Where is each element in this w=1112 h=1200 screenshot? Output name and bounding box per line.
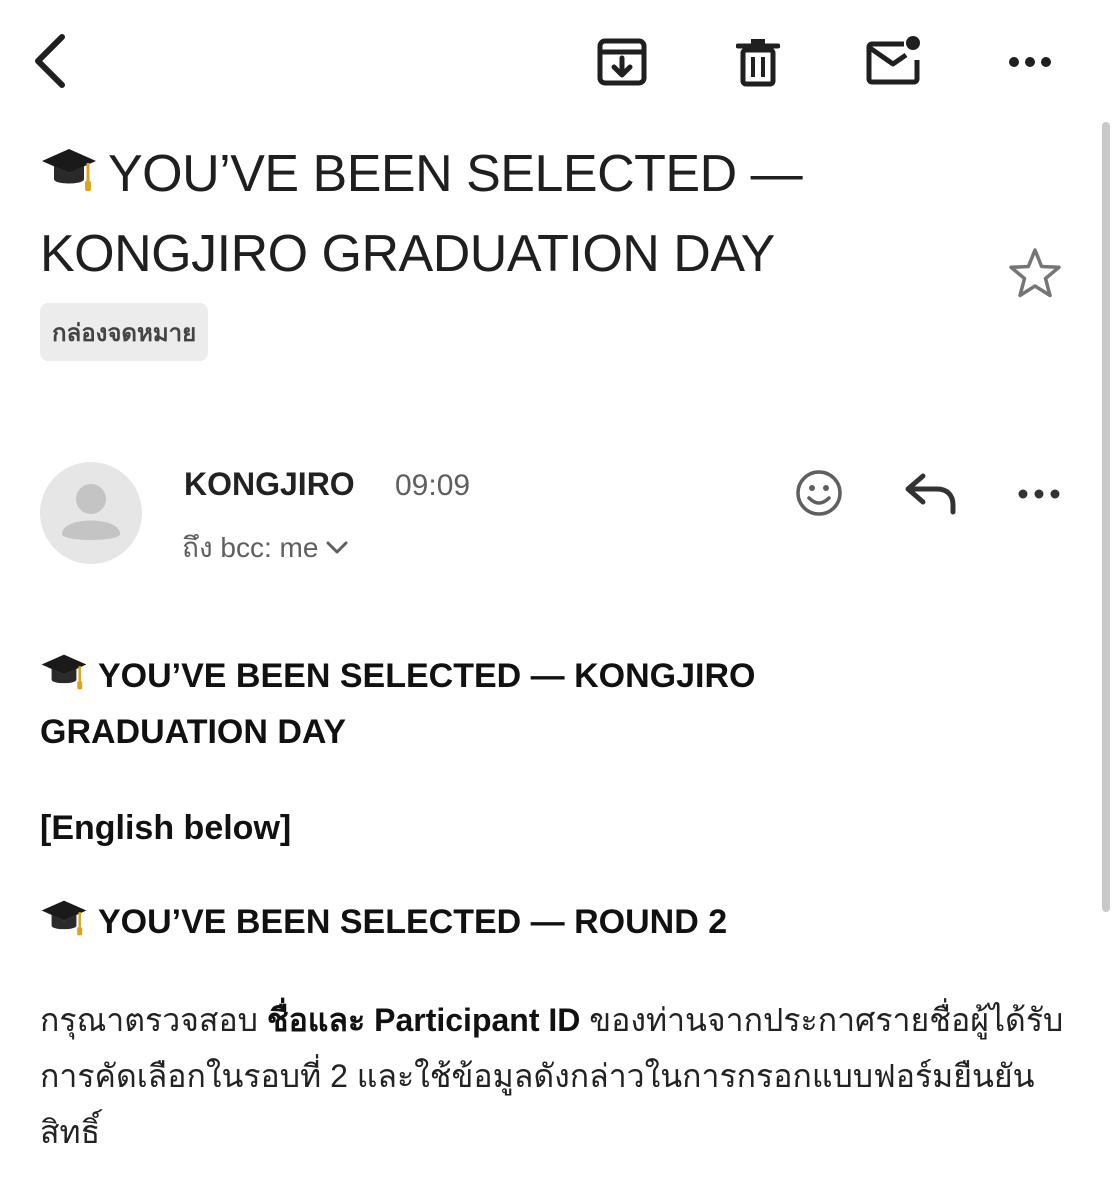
reply-button[interactable] [900, 468, 962, 520]
star-button[interactable] [1006, 244, 1064, 302]
message-more-button[interactable] [1012, 474, 1066, 514]
star-icon [1009, 248, 1061, 298]
chevron-down-icon [326, 541, 348, 554]
trash-icon [736, 39, 780, 87]
body-heading: YOU’VE BEEN SELECTED — KONGJIRO GRADUATI… [40, 648, 900, 760]
graduation-cap-icon [41, 654, 87, 690]
graduation-cap-icon [41, 900, 87, 936]
reply-icon [905, 473, 956, 515]
back-button[interactable] [22, 30, 78, 92]
body-heading-text: YOU’VE BEEN SELECTED — KONGJIRO GRADUATI… [40, 657, 756, 751]
add-reaction-button[interactable] [792, 466, 846, 520]
graduation-cap-icon [42, 149, 96, 191]
label-chip-inbox[interactable]: กล่องจดหมาย [40, 303, 209, 361]
more-options-button[interactable] [1000, 40, 1060, 84]
recipients-text: ถึง bcc: me [182, 532, 319, 563]
round-heading-text: YOU’VE BEEN SELECTED — ROUND 2 [98, 903, 728, 941]
archive-button[interactable] [592, 34, 652, 90]
more-horizontal-icon [1009, 57, 1051, 67]
paragraph-bold-text: ชื่อและ Participant ID [266, 1002, 581, 1038]
sender-name[interactable]: KONGJIRO [184, 466, 355, 503]
smiley-icon [796, 470, 842, 516]
english-below-note: [English below] [40, 809, 292, 847]
archive-icon [597, 38, 647, 86]
email-time: 09:09 [395, 469, 471, 502]
person-icon [62, 484, 120, 540]
more-horizontal-icon [1018, 489, 1060, 499]
email-subject: YOU’VE BEEN SELECTED — KONGJIRO GRADUATI… [40, 134, 940, 294]
paragraph-text-1: กรุณาตรวจสอบ [40, 1002, 267, 1038]
recipients-toggle[interactable]: ถึง bcc: me [182, 526, 348, 570]
scrollbar[interactable] [1102, 122, 1110, 912]
delete-button[interactable] [730, 34, 786, 90]
email-view: YOU’VE BEEN SELECTED — KONGJIRO GRADUATI… [0, 0, 1112, 1200]
mark-unread-button[interactable] [864, 30, 926, 90]
avatar[interactable] [40, 462, 142, 564]
email-subject-text: YOU’VE BEEN SELECTED — KONGJIRO GRADUATI… [40, 145, 803, 283]
round-heading: YOU’VE BEEN SELECTED — ROUND 2 [40, 894, 727, 950]
body-paragraph: กรุณาตรวจสอบ ชื่อและ Participant ID ของท… [40, 992, 1080, 1160]
chevron-left-icon [35, 34, 65, 88]
mail-unread-icon [866, 36, 920, 85]
